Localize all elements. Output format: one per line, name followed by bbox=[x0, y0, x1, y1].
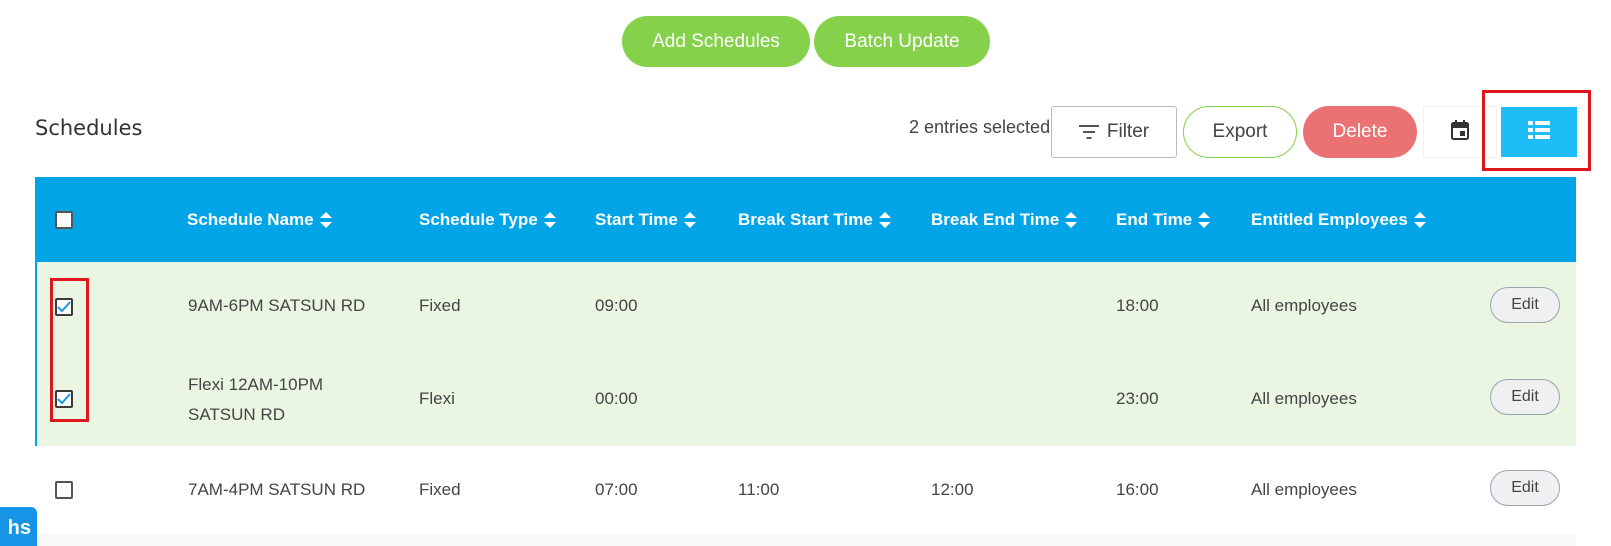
cell-break-end-time: 12:00 bbox=[931, 480, 974, 499]
delete-button[interactable]: Delete bbox=[1303, 106, 1417, 158]
row-checkbox[interactable] bbox=[55, 481, 73, 499]
list-view-button[interactable] bbox=[1501, 107, 1577, 157]
column-header-label: Break End Time bbox=[931, 209, 1060, 229]
next-row-partial bbox=[35, 534, 1576, 546]
edit-button[interactable]: Edit bbox=[1490, 287, 1560, 323]
sort-icon bbox=[543, 211, 556, 228]
edit-button[interactable]: Edit bbox=[1490, 379, 1560, 415]
cell-schedule-type: Fixed bbox=[419, 296, 461, 315]
sort-icon bbox=[1065, 211, 1078, 228]
selected-count-label: 2 entries selected bbox=[909, 117, 1051, 137]
column-header-label: Schedule Name bbox=[187, 209, 314, 229]
filter-label: Filter bbox=[1106, 121, 1150, 142]
sort-icon bbox=[1198, 211, 1211, 228]
list-view-icon bbox=[1528, 120, 1550, 144]
cell-start-time: 09:00 bbox=[595, 296, 638, 315]
column-header-entitled-employees[interactable]: Entitled Employees bbox=[1251, 177, 1426, 262]
cell-start-time: 07:00 bbox=[595, 480, 638, 499]
top-actions: Add Schedules Batch Update bbox=[0, 16, 1611, 68]
calendar-icon bbox=[1451, 119, 1469, 145]
check-icon bbox=[57, 393, 71, 405]
filter-icon bbox=[1078, 124, 1099, 140]
column-header-label: Schedule Type bbox=[419, 209, 538, 229]
cell-schedule-name: Flexi 12AM-10PM SATSUN RD bbox=[188, 375, 324, 424]
help-tab-label: hs bbox=[7, 517, 31, 539]
table-header: Schedule Name Schedule Type Start Time B… bbox=[35, 177, 1576, 262]
column-header-label: Start Time bbox=[595, 209, 678, 229]
add-schedules-button[interactable]: Add Schedules bbox=[622, 16, 810, 67]
cell-entitled-employees: All employees bbox=[1251, 389, 1357, 408]
cell-break-start-time: 11:00 bbox=[738, 480, 780, 499]
batch-update-button[interactable]: Batch Update bbox=[814, 16, 990, 67]
column-header-schedule-type[interactable]: Schedule Type bbox=[419, 177, 556, 262]
cell-schedule-name: 7AM-4PM SATSUN RD bbox=[188, 480, 366, 499]
sort-icon bbox=[683, 211, 696, 228]
select-all-checkbox[interactable] bbox=[55, 211, 73, 229]
filter-button[interactable]: Filter bbox=[1051, 106, 1177, 158]
table-row[interactable]: 9AM-6PM SATSUN RD Fixed 09:00 18:00 All … bbox=[35, 262, 1576, 354]
column-header-start-time[interactable]: Start Time bbox=[595, 177, 696, 262]
cell-end-time: 18:00 bbox=[1116, 296, 1159, 315]
cell-start-time: 00:00 bbox=[595, 389, 638, 408]
row-selection-bar bbox=[35, 262, 37, 354]
calendar-view-button[interactable] bbox=[1423, 106, 1497, 158]
column-header-label: Entitled Employees bbox=[1251, 209, 1408, 229]
check-icon bbox=[57, 301, 71, 313]
cell-entitled-employees: All employees bbox=[1251, 480, 1357, 499]
cell-schedule-type: Fixed bbox=[419, 480, 461, 499]
cell-end-time: 16:00 bbox=[1116, 480, 1159, 499]
cell-schedule-name: 9AM-6PM SATSUN RD bbox=[188, 296, 366, 315]
table-row[interactable]: Flexi 12AM-10PM SATSUN RD Flexi 00:00 23… bbox=[35, 354, 1576, 446]
sort-icon bbox=[1413, 211, 1426, 228]
help-tab[interactable]: hs bbox=[0, 507, 37, 546]
row-checkbox[interactable] bbox=[55, 298, 73, 316]
column-header-end-time[interactable]: End Time bbox=[1116, 177, 1211, 262]
column-header-break-end-time[interactable]: Break End Time bbox=[931, 177, 1078, 262]
sort-icon bbox=[319, 211, 332, 228]
column-header-label: Break Start Time bbox=[738, 209, 873, 229]
column-header-schedule-name[interactable]: Schedule Name bbox=[187, 177, 332, 262]
edit-button[interactable]: Edit bbox=[1490, 470, 1560, 506]
sort-icon bbox=[878, 211, 891, 228]
row-selection-bar bbox=[35, 354, 37, 446]
column-header-break-start-time[interactable]: Break Start Time bbox=[738, 177, 891, 262]
export-button[interactable]: Export bbox=[1183, 106, 1297, 158]
cell-end-time: 23:00 bbox=[1116, 389, 1159, 408]
table-row[interactable]: 7AM-4PM SATSUN RD Fixed 07:00 11:00 12:0… bbox=[35, 446, 1576, 534]
cell-entitled-employees: All employees bbox=[1251, 296, 1357, 315]
page-title: Schedules bbox=[35, 116, 143, 140]
cell-schedule-type: Flexi bbox=[419, 389, 455, 408]
column-header-label: End Time bbox=[1116, 209, 1193, 229]
row-checkbox[interactable] bbox=[55, 390, 73, 408]
